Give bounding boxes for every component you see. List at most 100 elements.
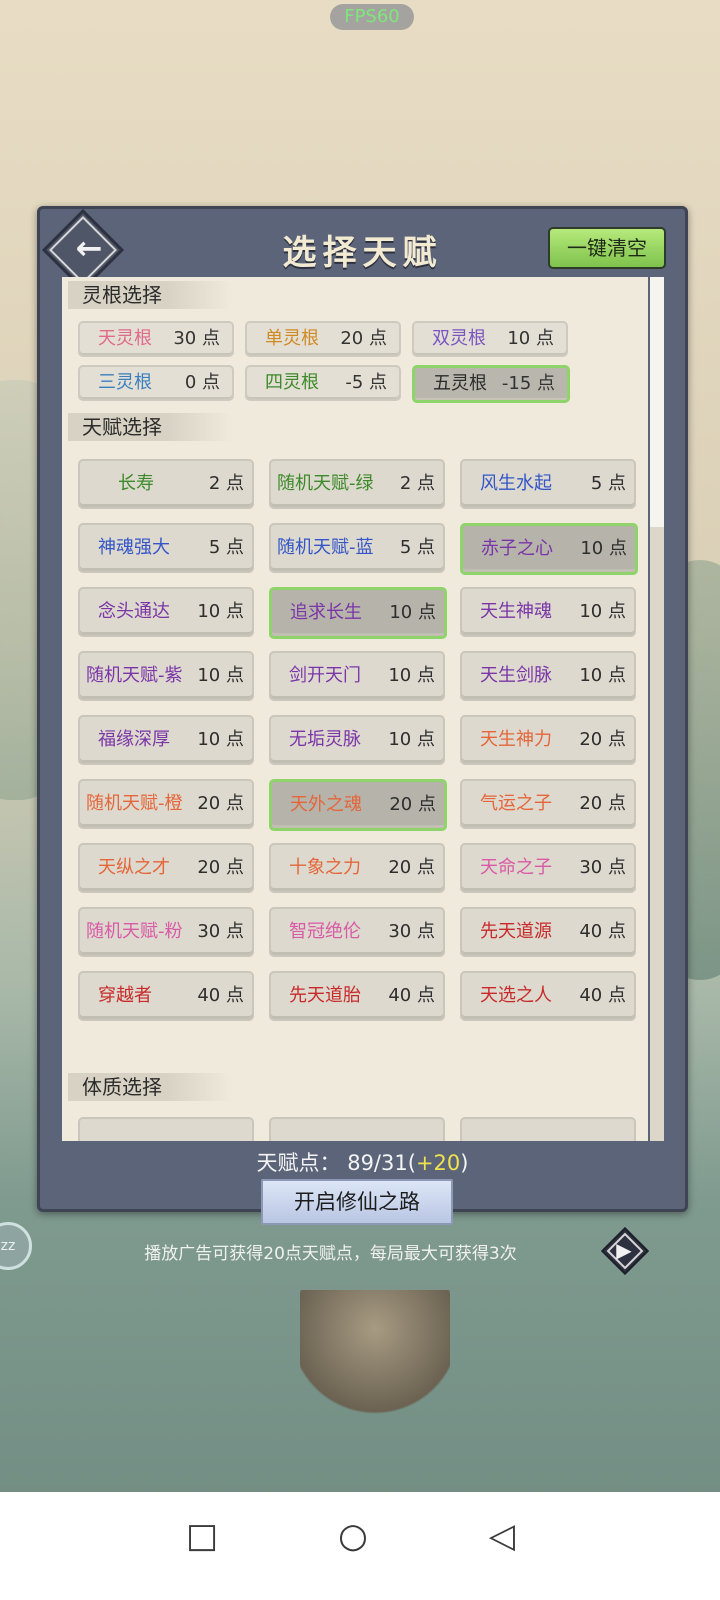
talent-card[interactable]: 先天道源 40 点 (460, 907, 636, 957)
bonus-paren-open: ( (407, 1151, 416, 1175)
talent-card-points: 40 点 (579, 985, 626, 1006)
side-sleep-button[interactable]: zz (0, 1222, 32, 1270)
talent-card[interactable]: 随机天赋-粉 30 点 (78, 907, 254, 957)
talent-card-points: 10 点 (197, 665, 244, 686)
talent-card-points: 10 点 (388, 729, 435, 750)
talent-points-bonus: +20 (415, 1151, 461, 1175)
talent-card-points: 5 点 (208, 537, 244, 558)
root-option-name: 四灵根 (265, 372, 319, 393)
talent-card-name: 智冠绝伦 (289, 921, 361, 942)
talent-card-points: 20 点 (388, 857, 435, 878)
talent-card[interactable]: 随机天赋-绿 2 点 (269, 459, 445, 509)
fps-counter: FPS60 (330, 4, 414, 30)
talent-card[interactable]: 神魂强大 5 点 (78, 523, 254, 573)
talent-card-points: 20 点 (197, 857, 244, 878)
talent-card-points: 40 点 (579, 921, 626, 942)
talent-card-points: 10 点 (580, 538, 627, 559)
talent-card[interactable]: 天生剑脉 10 点 (460, 651, 636, 701)
root-option-points: 20 点 (340, 328, 387, 349)
talent-card[interactable]: 天命之子 30 点 (460, 843, 636, 893)
root-option[interactable]: 五灵根 -15 点 (412, 365, 570, 403)
recent-apps-icon[interactable]: □ (178, 1512, 226, 1560)
constitution-card[interactable] (269, 1117, 445, 1141)
talent-card[interactable]: 随机天赋-紫 10 点 (78, 651, 254, 701)
talent-card-name: 天外之魂 (290, 794, 362, 815)
talent-card[interactable]: 追求长生 10 点 (269, 587, 447, 639)
talent-card-points: 20 点 (579, 793, 626, 814)
root-option-points: 10 点 (507, 328, 554, 349)
home-icon[interactable]: ○ (329, 1512, 377, 1560)
root-option-name: 双灵根 (432, 328, 486, 349)
constitution-card[interactable] (78, 1117, 254, 1141)
talent-card[interactable]: 福缘深厚 10 点 (78, 715, 254, 765)
talent-card-points: 30 点 (579, 857, 626, 878)
start-cultivation-button[interactable]: 开启修仙之路 (261, 1179, 453, 1225)
talent-card-points: 20 点 (389, 794, 436, 815)
talent-card[interactable]: 赤子之心 10 点 (460, 523, 638, 575)
talent-card-points: 20 点 (579, 729, 626, 750)
section-root-title: 灵根选择 (68, 281, 232, 309)
talent-card[interactable]: 随机天赋-橙 20 点 (78, 779, 254, 829)
talent-points-label: 天赋点： (256, 1151, 341, 1175)
root-option[interactable]: 四灵根 -5 点 (245, 365, 401, 401)
talent-card-name: 天生剑脉 (480, 665, 552, 686)
root-option-points: -5 点 (345, 372, 387, 393)
constitution-card[interactable] (460, 1117, 636, 1141)
talent-card-points: 10 点 (388, 665, 435, 686)
talent-card-name: 天选之人 (480, 985, 552, 1006)
background-rock (300, 1290, 450, 1420)
talent-card[interactable]: 穿越者 40 点 (78, 971, 254, 1021)
talent-card[interactable]: 风生水起 5 点 (460, 459, 636, 509)
talent-card[interactable]: 天选之人 40 点 (460, 971, 636, 1021)
talent-card[interactable]: 天纵之才 20 点 (78, 843, 254, 893)
scrollbar[interactable] (650, 277, 664, 1141)
talent-card-points: 40 点 (197, 985, 244, 1006)
talent-card-name: 随机天赋-橙 (86, 793, 183, 814)
talent-card-name: 天生神魂 (480, 601, 552, 622)
talent-card[interactable]: 天生神力 20 点 (460, 715, 636, 765)
talent-card-points: 30 点 (388, 921, 435, 942)
talent-card-name: 神魂强大 (98, 537, 170, 558)
talent-card-name: 天纵之才 (98, 857, 170, 878)
talent-card[interactable]: 智冠绝伦 30 点 (269, 907, 445, 957)
talent-card-points: 40 点 (388, 985, 435, 1006)
root-option[interactable]: 单灵根 20 点 (245, 321, 401, 357)
talent-card-name: 天生神力 (480, 729, 552, 750)
talent-card[interactable]: 十象之力 20 点 (269, 843, 445, 893)
talent-card[interactable]: 天生神魂 10 点 (460, 587, 636, 637)
root-option-points: -15 点 (501, 373, 555, 394)
root-option[interactable]: 三灵根 0 点 (78, 365, 234, 401)
talent-card[interactable]: 随机天赋-蓝 5 点 (269, 523, 445, 573)
talent-card[interactable]: 气运之子 20 点 (460, 779, 636, 829)
talent-card[interactable]: 长寿 2 点 (78, 459, 254, 509)
talent-card-name: 穿越者 (98, 985, 152, 1006)
talent-card[interactable]: 天外之魂 20 点 (269, 779, 447, 831)
root-option[interactable]: 双灵根 10 点 (412, 321, 568, 357)
root-option-name: 天灵根 (98, 328, 152, 349)
root-option[interactable]: 天灵根 30 点 (78, 321, 234, 357)
talent-card-name: 赤子之心 (481, 538, 553, 559)
talent-card-name: 福缘深厚 (98, 729, 170, 750)
talent-card-points: 10 点 (579, 665, 626, 686)
talent-card-name: 剑开天门 (289, 665, 361, 686)
talent-card[interactable]: 无垢灵脉 10 点 (269, 715, 445, 765)
ad-hint-text: 播放广告可获得20点天赋点，每局最大可获得3次 (144, 1244, 517, 1264)
talent-scroll-area[interactable]: 灵根选择 天灵根 30 点单灵根 20 点双灵根 10 点三灵根 0 点四灵根 -5 点五… (62, 277, 648, 1141)
talent-card-name: 风生水起 (480, 473, 552, 494)
talent-card-name: 追求长生 (290, 602, 362, 623)
root-option-name: 五灵根 (433, 373, 487, 394)
clear-all-button[interactable]: 一键清空 (548, 227, 666, 269)
root-option-points: 0 点 (184, 372, 220, 393)
nav-back-icon[interactable]: ◁ (478, 1512, 526, 1560)
talent-card-points: 20 点 (197, 793, 244, 814)
root-option-name: 三灵根 (98, 372, 152, 393)
play-icon[interactable]: ▶ (606, 1233, 642, 1267)
talent-card-name: 天命之子 (480, 857, 552, 878)
scrollbar-thumb[interactable] (650, 277, 664, 527)
talent-card-name: 先天道胎 (289, 985, 361, 1006)
talent-card[interactable]: 先天道胎 40 点 (269, 971, 445, 1021)
talent-card[interactable]: 念头通达 10 点 (78, 587, 254, 637)
talent-card-points: 5 点 (399, 537, 435, 558)
talent-card-points: 2 点 (208, 473, 244, 494)
talent-card[interactable]: 剑开天门 10 点 (269, 651, 445, 701)
